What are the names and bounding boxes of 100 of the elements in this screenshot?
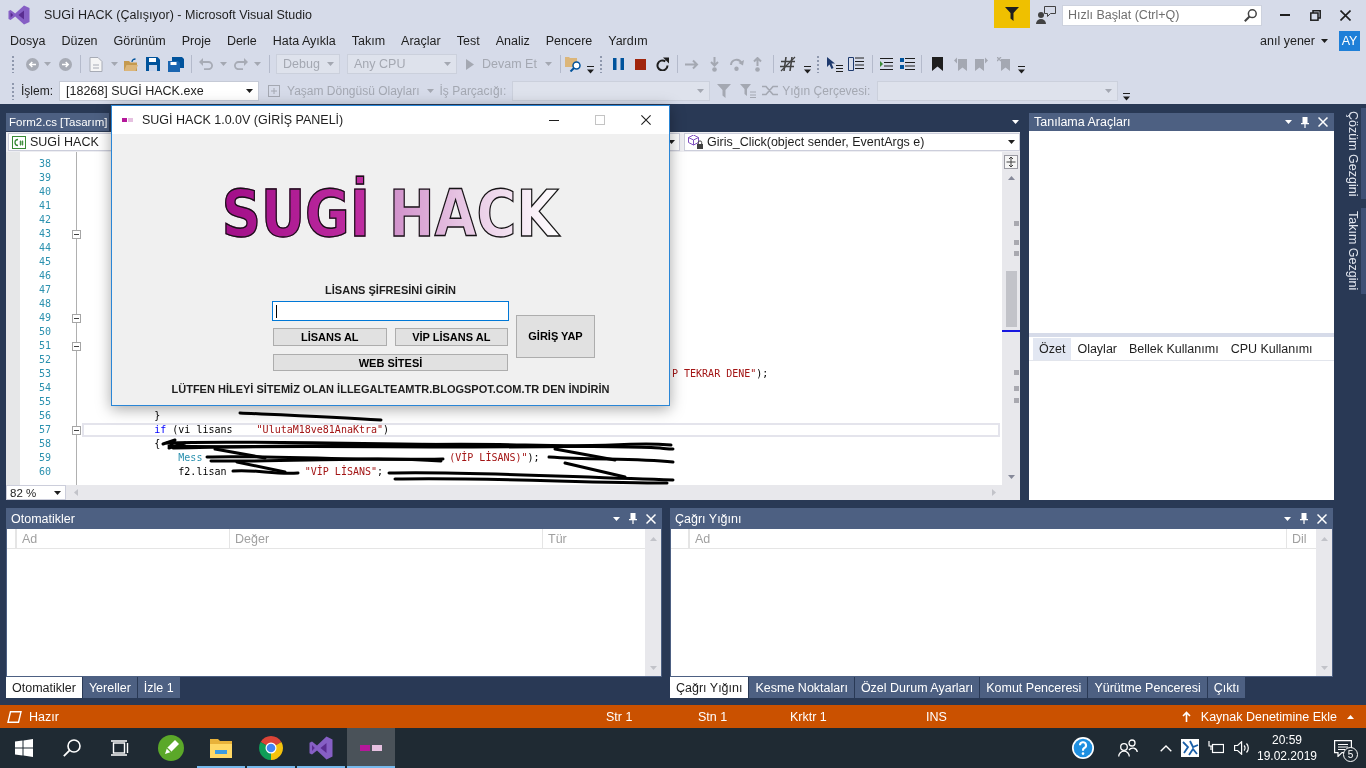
login-button[interactable]: GİRİŞ YAP	[516, 314, 595, 358]
tab[interactable]: Otomatikler	[6, 677, 82, 698]
folder-search-icon[interactable]	[564, 56, 582, 72]
help-icon[interactable]	[1072, 737, 1094, 759]
license-button[interactable]: LİSANS AL	[273, 328, 387, 346]
person-speech-icon[interactable]	[1036, 6, 1056, 24]
chevron-up-icon[interactable]	[1160, 744, 1172, 752]
clock-date[interactable]: 19.02.2019	[1256, 748, 1318, 764]
menu-item[interactable]: Araçlar	[393, 31, 449, 50]
people-icon[interactable]	[1118, 739, 1138, 757]
task-view-icon[interactable]	[111, 740, 129, 756]
restart-icon[interactable]	[655, 57, 669, 71]
open-folder-icon[interactable]	[124, 57, 138, 71]
menu-item[interactable]: Yardım	[600, 31, 656, 50]
license-input-field[interactable]	[272, 301, 509, 321]
bookmark-icon[interactable]	[931, 57, 943, 71]
line-number: 48	[38, 297, 51, 311]
caret-icon[interactable]	[246, 88, 253, 93]
tab[interactable]: Özet	[1033, 337, 1072, 360]
menu-item[interactable]: Pencere	[537, 31, 601, 50]
tab[interactable]: Bellek Kullanımı	[1123, 337, 1225, 360]
filter-button[interactable]	[994, 0, 1030, 28]
tab[interactable]: CPU Kullanımı	[1224, 337, 1319, 360]
line-number: 43	[38, 227, 51, 241]
start-icon[interactable]	[15, 739, 33, 757]
folder-icon	[210, 738, 232, 758]
grip-handle[interactable]	[11, 81, 15, 100]
side-tab[interactable]: Çözüm Gezgini	[1339, 108, 1366, 200]
window-list-icon[interactable]	[847, 57, 864, 71]
pin-icon[interactable]	[1300, 513, 1308, 524]
message-icon[interactable]	[1334, 739, 1352, 757]
tab[interactable]: Çağrı Yığını	[670, 677, 749, 698]
scroll-up-icon[interactable]	[1007, 176, 1015, 180]
scroll-down-icon[interactable]	[1007, 475, 1015, 479]
cube-lock-icon	[688, 135, 703, 149]
close-icon[interactable]	[1339, 9, 1351, 21]
website-button[interactable]: WEB SİTESİ	[273, 354, 508, 371]
save-icon[interactable]	[146, 57, 160, 71]
menu-item[interactable]: Görünüm	[105, 31, 174, 50]
license-button[interactable]: VİP LİSANS AL	[394, 328, 508, 346]
account-initials[interactable]: AY	[1339, 30, 1360, 51]
menu-item[interactable]: Düzen	[53, 31, 106, 50]
menu-item[interactable]: Analiz	[487, 31, 538, 50]
hash-strike-icon[interactable]	[779, 56, 796, 72]
quick-launch-field[interactable]: Hızlı Başlat (Ctrl+Q)	[1062, 4, 1262, 26]
menu-item[interactable]: Test	[448, 31, 488, 50]
close-icon[interactable]	[641, 115, 651, 125]
collapse-box-icon[interactable]	[72, 313, 81, 323]
comment-lines-icon[interactable]	[899, 58, 915, 70]
tab[interactable]: Olaylar	[1071, 337, 1123, 360]
tab[interactable]: Yürütme Penceresi	[1088, 677, 1207, 698]
save-all-icon[interactable]	[168, 56, 184, 72]
overflow-icon[interactable]	[1017, 66, 1025, 74]
collapse-box-icon[interactable]	[72, 425, 81, 435]
caret-icon[interactable]	[1284, 516, 1291, 521]
clock-time[interactable]: 20:59	[1272, 732, 1302, 748]
tray-app-icon[interactable]	[1181, 739, 1199, 757]
menu-item[interactable]: Proje	[173, 31, 219, 50]
menu-item[interactable]: Takım	[343, 31, 394, 50]
source-control-button[interactable]: Kaynak Denetimine Ekle	[1181, 706, 1354, 727]
power-plug-icon[interactable]	[1208, 741, 1224, 755]
pause-icon[interactable]	[612, 58, 624, 70]
pin-icon[interactable]	[1301, 116, 1309, 128]
menu-item[interactable]: Derle	[218, 31, 265, 50]
pin-icon[interactable]	[629, 513, 637, 524]
zoom-dropdown[interactable]: 82 %	[6, 485, 66, 500]
search-icon[interactable]	[1244, 8, 1257, 22]
grip-handle[interactable]	[11, 55, 15, 73]
tab[interactable]: Yereller	[82, 677, 137, 698]
caret-icon[interactable]	[1012, 119, 1019, 124]
search-icon[interactable]	[63, 739, 81, 757]
pointer-list-icon[interactable]	[826, 56, 843, 72]
caret-icon[interactable]	[1321, 38, 1328, 43]
tab[interactable]: Kesme Noktaları	[749, 677, 854, 698]
user-name[interactable]: anıl yener	[1260, 33, 1315, 48]
menu-item[interactable]: Hata Ayıkla	[264, 31, 344, 50]
document-tab[interactable]: Form2.cs [Tasarım]	[6, 113, 110, 131]
scrollbar-thumb[interactable]	[1006, 271, 1017, 327]
caret-icon[interactable]	[1285, 120, 1292, 124]
collapse-box-icon[interactable]	[72, 229, 81, 239]
menu-item[interactable]: Dosya	[2, 31, 54, 50]
tab[interactable]: Özel Durum Ayarları	[854, 677, 980, 698]
overflow-icon[interactable]	[586, 66, 594, 74]
tab[interactable]: İzle 1	[137, 677, 180, 698]
minimize-icon[interactable]	[549, 119, 559, 121]
overflow-icon[interactable]	[1123, 93, 1131, 101]
indent-lines-icon[interactable]	[879, 58, 893, 70]
speaker-icon[interactable]	[1234, 741, 1250, 755]
member-dropdown[interactable]: Giris_Click(object sender, EventArgs e)	[684, 133, 1020, 151]
tab[interactable]: Çıktı	[1207, 677, 1246, 698]
overflow-icon[interactable]	[803, 66, 811, 74]
process-dropdown[interactable]: [18268] SUGİ HACK.exe	[59, 80, 259, 101]
tab[interactable]: Komut Penceresi	[980, 677, 1088, 698]
up-arrow-icon	[1181, 711, 1191, 722]
caret-icon[interactable]	[613, 516, 620, 521]
split-icon[interactable]	[1004, 155, 1018, 169]
side-tab[interactable]: Takım Gezgini	[1339, 208, 1366, 294]
stop-icon[interactable]	[634, 58, 646, 70]
collapse-box-icon[interactable]	[72, 341, 81, 351]
restore-icon[interactable]	[1309, 9, 1321, 21]
